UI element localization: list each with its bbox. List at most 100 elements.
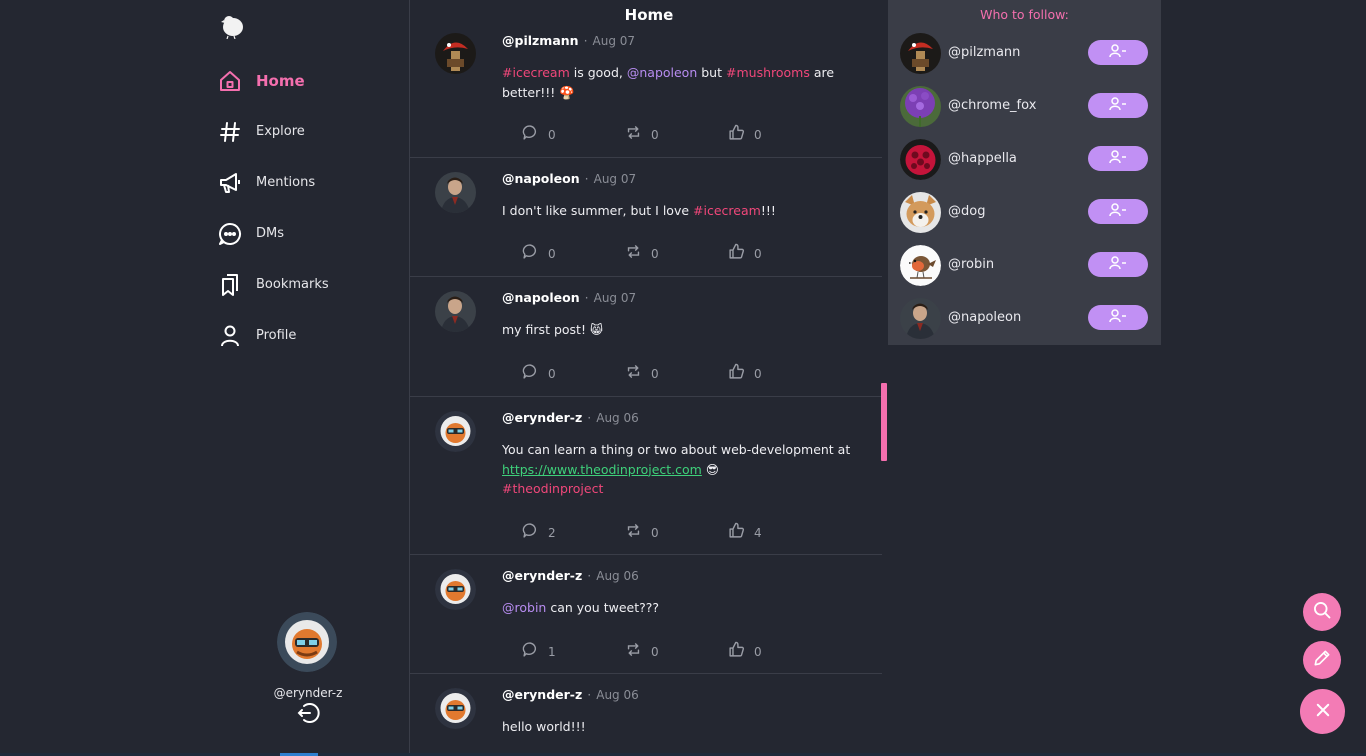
nav-item-home[interactable]: Home <box>218 55 329 106</box>
follow-suggestion: @dog <box>900 192 1150 236</box>
mention[interactable]: @napoleon <box>627 65 697 80</box>
thumbs-up-icon <box>728 522 745 543</box>
like-button[interactable]: 0 <box>728 243 831 264</box>
avatar[interactable] <box>900 86 941 127</box>
nav-item-profile[interactable]: Profile <box>218 310 329 361</box>
avatar[interactable] <box>900 33 941 74</box>
post[interactable]: @erynder-z · Aug 06 hello world!!! <box>410 674 882 756</box>
post[interactable]: @erynder-z · Aug 06 @robin can you tweet??… <box>410 555 882 674</box>
suggestion-handle[interactable]: @dog <box>948 204 985 219</box>
logout-icon[interactable] <box>296 702 320 728</box>
post-author[interactable]: @pilzmann <box>502 33 579 48</box>
comment-count: 1 <box>548 644 556 659</box>
post-author[interactable]: @napoleon <box>502 171 580 186</box>
comment-button[interactable]: 2 <box>522 522 625 543</box>
mention[interactable]: @robin <box>502 600 546 615</box>
hashtag[interactable]: #icecream <box>502 65 570 80</box>
avatar[interactable] <box>435 411 476 452</box>
follow-button[interactable] <box>1088 40 1148 65</box>
follow-suggestion: @pilzmann <box>900 33 1150 77</box>
post-date: Aug 06 <box>596 569 639 583</box>
hashtag[interactable]: #icecream <box>693 203 761 218</box>
like-count: 4 <box>754 525 762 540</box>
post-author[interactable]: @erynder-z <box>502 568 582 583</box>
suggestion-handle[interactable]: @napoleon <box>948 310 1021 325</box>
repost-button[interactable]: 0 <box>625 243 728 264</box>
main-nav: Home Explore Mentions DMs Bookmarks Prof… <box>218 55 329 361</box>
post-author[interactable]: @erynder-z <box>502 410 582 425</box>
avatar[interactable] <box>435 688 476 729</box>
post-actions: 1 0 0 <box>522 641 831 662</box>
like-button[interactable]: 0 <box>728 124 831 145</box>
hashtag-icon <box>218 120 242 144</box>
hashtag[interactable]: #mushrooms <box>726 65 810 80</box>
post-date: Aug 06 <box>596 411 639 425</box>
like-button[interactable]: 0 <box>728 641 831 662</box>
avatar[interactable] <box>435 33 476 74</box>
follow-suggestion: @chrome_fox <box>900 86 1150 130</box>
close-icon <box>1314 701 1332 723</box>
comment-button[interactable]: 0 <box>522 363 625 384</box>
suggestion-handle[interactable]: @happella <box>948 151 1017 166</box>
thumbs-up-icon <box>728 641 745 662</box>
follow-button[interactable] <box>1088 305 1148 330</box>
bird-logo[interactable] <box>220 13 246 40</box>
follow-button[interactable] <box>1088 146 1148 171</box>
follow-button[interactable] <box>1088 199 1148 224</box>
avatar[interactable] <box>435 172 476 213</box>
post[interactable]: @napoleon · Aug 07 I don't like summer, bu… <box>410 158 882 277</box>
user-minus-icon <box>1109 149 1127 168</box>
repost-button[interactable]: 0 <box>625 124 728 145</box>
close-menu-button[interactable] <box>1300 689 1345 734</box>
repost-count: 0 <box>651 525 659 540</box>
like-button[interactable]: 4 <box>728 522 831 543</box>
follow-button[interactable] <box>1088 252 1148 277</box>
search-button[interactable] <box>1303 593 1341 631</box>
repost-button[interactable]: 0 <box>625 363 728 384</box>
avatar[interactable] <box>277 612 337 672</box>
post-author[interactable]: @erynder-z <box>502 687 582 702</box>
comment-button[interactable]: 1 <box>522 641 625 662</box>
feed-scrollbar[interactable] <box>881 383 887 461</box>
post[interactable]: @pilzmann · Aug 07 #icecream is good, @nap… <box>410 20 882 158</box>
avatar[interactable] <box>900 298 941 339</box>
suggestion-handle[interactable]: @pilzmann <box>948 45 1020 60</box>
like-button[interactable]: 0 <box>728 363 831 384</box>
repost-count: 0 <box>651 366 659 381</box>
megaphone-icon <box>218 171 242 195</box>
nav-item-dms[interactable]: DMs <box>218 208 329 259</box>
follow-button[interactable] <box>1088 93 1148 118</box>
avatar[interactable] <box>900 245 941 286</box>
text-fragment: can you tweet??? <box>550 600 660 615</box>
avatar[interactable] <box>435 569 476 610</box>
repost-button[interactable]: 0 <box>625 641 728 662</box>
repost-count: 0 <box>651 246 659 261</box>
nav-item-bookmarks[interactable]: Bookmarks <box>218 259 329 310</box>
comment-icon <box>522 243 539 264</box>
suggestion-handle[interactable]: @robin <box>948 257 994 272</box>
text-fragment: !!! <box>760 203 776 218</box>
hashtag[interactable]: #theodinproject <box>502 481 603 496</box>
post[interactable]: @erynder-z · Aug 06 You can learn a thing … <box>410 397 882 555</box>
who-to-follow-panel: Who to follow: @pilzmann @chrome_fox @ha… <box>888 0 1161 345</box>
comment-button[interactable]: 0 <box>522 124 625 145</box>
repost-button[interactable]: 0 <box>625 522 728 543</box>
post-author[interactable]: @napoleon <box>502 290 580 305</box>
user-minus-icon <box>1109 308 1127 327</box>
post[interactable]: @napoleon · Aug 07 my first post! 😸 0 0 0 <box>410 277 882 397</box>
compose-button[interactable] <box>1303 641 1341 679</box>
post-link[interactable]: https://www.theodinproject.com <box>502 462 702 477</box>
comment-button[interactable]: 0 <box>522 243 625 264</box>
separator-dot: · <box>587 410 592 425</box>
nav-item-mentions[interactable]: Mentions <box>218 157 329 208</box>
feed: Home @pilzmann · Aug 07 #icecream is good,… <box>410 0 888 756</box>
comment-icon <box>522 522 539 543</box>
avatar[interactable] <box>900 139 941 180</box>
post-meta: @pilzmann · Aug 07 <box>502 33 635 48</box>
text-fragment: is good, <box>573 65 623 80</box>
avatar[interactable] <box>900 192 941 233</box>
pencil-icon <box>1312 648 1332 672</box>
avatar[interactable] <box>435 291 476 332</box>
nav-item-explore[interactable]: Explore <box>218 106 329 157</box>
suggestion-handle[interactable]: @chrome_fox <box>948 98 1036 113</box>
